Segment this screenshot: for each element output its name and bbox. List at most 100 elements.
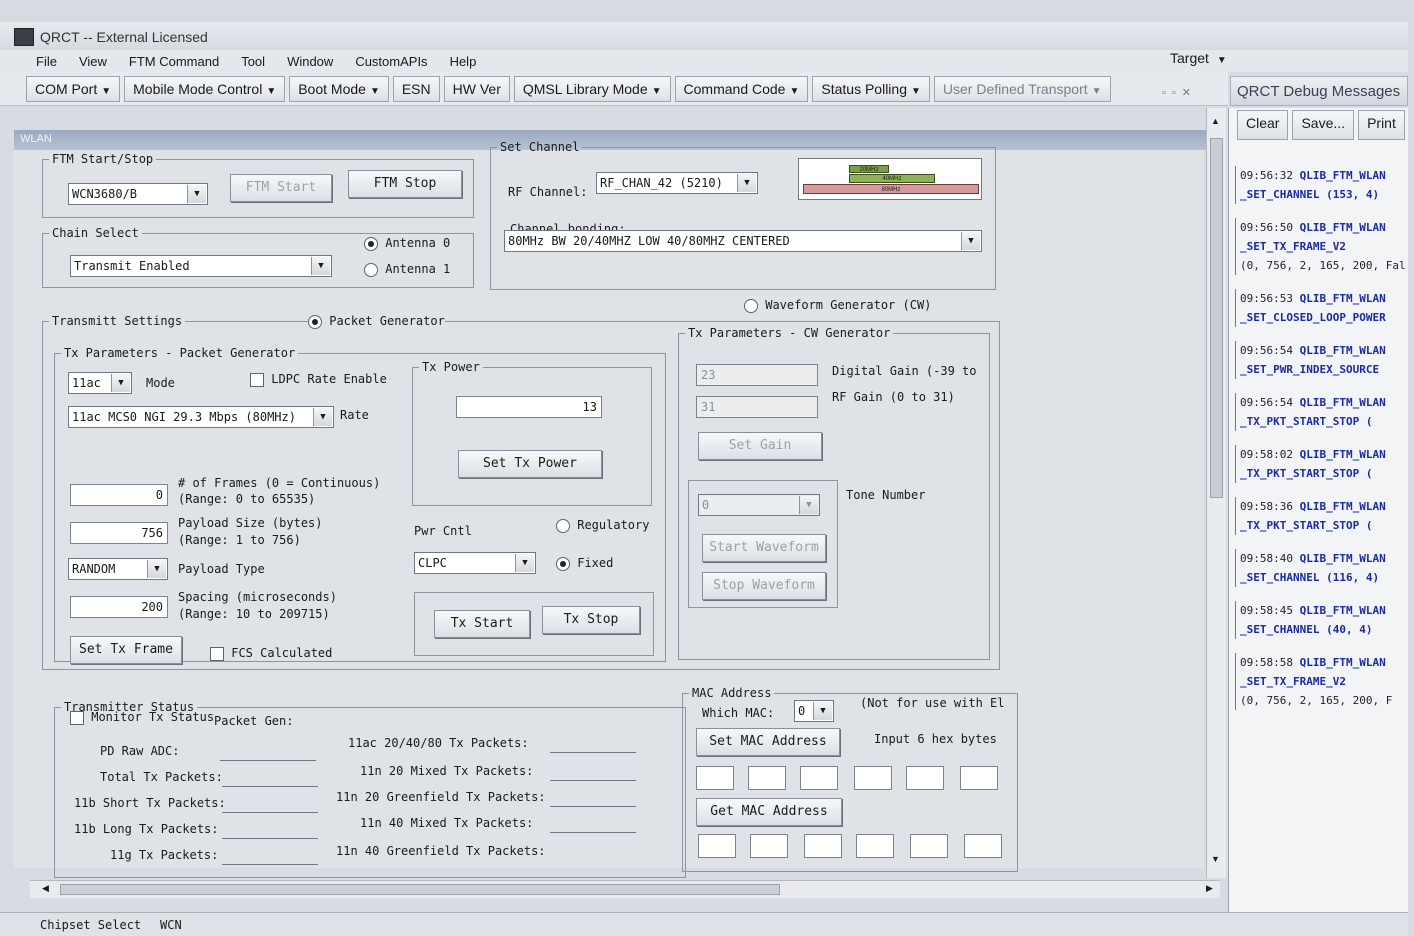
debug-message-list[interactable]: 09:56:32 QLIB_FTM_WLAN _SET_CHANNEL (153,… [1229, 166, 1408, 710]
channel-bonding-select[interactable]: 80MHz BW 20/40MHZ LOW 40/80MHZ CENTERED ▼ [504, 230, 982, 252]
tx-stop-button[interactable]: Tx Stop [542, 606, 640, 634]
debug-clear-button[interactable]: Clear [1237, 110, 1289, 140]
set-mac-address-button[interactable]: Set MAC Address [696, 728, 840, 756]
regulatory-option[interactable]: Regulatory [556, 518, 649, 533]
11b-short-value [222, 812, 318, 813]
checkbox-icon [70, 710, 84, 725]
mac-byte-input-3[interactable] [800, 766, 838, 790]
chain-select[interactable]: Transmit Enabled ▼ [70, 255, 332, 277]
debug-entry: 09:58:58 QLIB_FTM_WLAN _SET_TX_FRAME_V2 (0… [1235, 653, 1408, 710]
chipset-select-value[interactable]: WCN [160, 918, 182, 932]
chevron-down-icon: ▼ [515, 554, 534, 572]
debug-save-button[interactable]: Save... [1292, 110, 1355, 140]
rf-channel-select[interactable]: RF_CHAN_42 (5210) ▼ [596, 172, 758, 194]
rate-select[interactable]: 11ac MCS0 NGI 29.3 Mbps (80MHz) ▼ [68, 406, 334, 428]
menu-file[interactable]: File [36, 54, 57, 69]
11b-short-label: 11b Short Tx Packets: [74, 796, 226, 810]
mac-byte-input-5[interactable] [906, 766, 944, 790]
total-tx-packets-value [222, 786, 318, 787]
hw-ver-button[interactable]: HW Ver [443, 75, 510, 102]
antenna0-option[interactable]: Antenna 0 [364, 236, 450, 251]
chip-select[interactable]: WCN3680/B ▼ [68, 183, 208, 205]
scroll-down-icon[interactable]: ▼ [1211, 854, 1220, 864]
mac-byte-input-6[interactable] [960, 766, 998, 790]
mac-byte-input-1[interactable] [696, 766, 734, 790]
user-transport-button[interactable]: User Defined Transport ▼ [933, 75, 1111, 102]
ldpc-checkbox[interactable]: LDPC Rate Enable [250, 372, 387, 387]
scroll-thumb[interactable] [1210, 138, 1223, 498]
radio-icon [364, 236, 378, 251]
fixed-option[interactable]: Fixed [556, 556, 613, 571]
payload-input[interactable]: 756 [70, 522, 168, 544]
main-vertical-scrollbar[interactable]: ▲ ▼ [1206, 108, 1226, 878]
ftm-stop-button[interactable]: FTM Stop [348, 170, 462, 198]
status-polling-button[interactable]: Status Polling ▼ [812, 75, 930, 102]
tx-power-input[interactable]: 13 [456, 396, 602, 418]
frames-label: # of Frames (0 = Continuous) [178, 476, 381, 490]
debug-entry: 09:56:50 QLIB_FTM_WLAN _SET_TX_FRAME_V2 (0… [1235, 218, 1408, 275]
which-mac-select[interactable]: 0 ▼ [794, 700, 834, 722]
qmsl-mode-button[interactable]: QMSL Library Mode ▼ [513, 75, 671, 102]
radio-icon [556, 518, 570, 533]
checkbox-icon [250, 372, 264, 387]
chevron-down-icon: ▼ [799, 496, 818, 514]
tx-start-button[interactable]: Tx Start [434, 610, 530, 638]
menu-view[interactable]: View [79, 54, 107, 69]
command-code-button[interactable]: Command Code ▼ [674, 75, 809, 102]
com-port-button[interactable]: COM Port ▼ [26, 75, 121, 102]
menu-help[interactable]: Help [450, 54, 477, 69]
set-gain-button[interactable]: Set Gain [698, 432, 822, 460]
scroll-right-icon[interactable]: ▶ [1206, 883, 1213, 894]
mac-byte-output-4 [856, 834, 894, 858]
monitor-status-checkbox[interactable]: Monitor Tx Status [70, 710, 214, 725]
esn-button[interactable]: ESN [392, 75, 440, 102]
tone-number-select[interactable]: 0 ▼ [698, 494, 820, 516]
toolbar: COM Port ▼ Mobile Mode Control ▼ Boot Mode… [0, 72, 1228, 106]
menu-window[interactable]: Window [287, 54, 333, 69]
11n40-greenfield-label: 11n 40 Greenfield Tx Packets: [336, 844, 546, 858]
band-80mhz: 80MHz [803, 184, 979, 194]
target-menu[interactable]: Target ▼ [1170, 50, 1227, 66]
scroll-thumb-horizontal[interactable] [60, 884, 780, 895]
mdi-controls[interactable]: ▫▫✕ [1162, 86, 1197, 99]
scroll-left-icon[interactable]: ◀ [42, 883, 49, 894]
pwr-cntl-label: Pwr Cntl [414, 524, 472, 538]
spacing-input[interactable]: 200 [70, 596, 168, 618]
11g-label: 11g Tx Packets: [110, 848, 219, 862]
11n40-mixed-label: 11n 40 Mixed Tx Packets: [360, 816, 534, 830]
tx-power-group: Tx Power [412, 360, 652, 506]
scroll-up-icon[interactable]: ▲ [1211, 116, 1220, 126]
waveform-generator-option[interactable]: Waveform Generator (CW) [744, 298, 932, 313]
ftm-start-button[interactable]: FTM Start [230, 174, 332, 202]
debug-entry: 09:58:36 QLIB_FTM_WLAN _TX_PKT_START_STOP… [1235, 497, 1408, 535]
payload-type-select[interactable]: RANDOM ▼ [68, 558, 168, 580]
menu-customapis[interactable]: CustomAPIs [355, 54, 427, 69]
main-horizontal-scrollbar[interactable]: ◀ ▶ [30, 880, 1220, 898]
get-mac-address-button[interactable]: Get MAC Address [696, 798, 842, 826]
mac-byte-input-2[interactable] [748, 766, 786, 790]
mobile-mode-button[interactable]: Mobile Mode Control ▼ [124, 75, 286, 102]
set-tx-frame-button[interactable]: Set Tx Frame [70, 636, 182, 664]
antenna1-option[interactable]: Antenna 1 [364, 262, 450, 277]
set-tx-power-button[interactable]: Set Tx Power [458, 450, 602, 478]
debug-print-button[interactable]: Print [1358, 110, 1405, 140]
fcs-checkbox[interactable]: FCS Calculated [210, 646, 332, 661]
digital-gain-input[interactable]: 23 [696, 364, 818, 386]
packet-generator-option[interactable]: Packet Generator [308, 314, 445, 329]
menu-tool[interactable]: Tool [241, 54, 265, 69]
menu-ftm-command[interactable]: FTM Command [129, 54, 219, 69]
stop-waveform-button[interactable]: Stop Waveform [702, 572, 826, 600]
boot-mode-button[interactable]: Boot Mode ▼ [289, 75, 389, 102]
window-title: QRCT -- External Licensed [40, 29, 208, 45]
mode-select[interactable]: 11ac ▼ [68, 372, 132, 394]
mac-byte-input-4[interactable] [854, 766, 892, 790]
11b-long-value [222, 838, 318, 839]
frames-input[interactable]: 0 [70, 484, 168, 506]
dropdown-icon: ▼ [369, 85, 380, 97]
rf-gain-input[interactable]: 31 [696, 396, 818, 418]
pwr-cntl-select[interactable]: CLPC ▼ [414, 552, 536, 574]
mac-note: (Not for use with El [860, 696, 1005, 710]
cw-params-legend: Tx Parameters - CW Generator [688, 326, 891, 340]
start-waveform-button[interactable]: Start Waveform [702, 534, 826, 562]
chevron-down-icon: ▼ [961, 232, 980, 250]
